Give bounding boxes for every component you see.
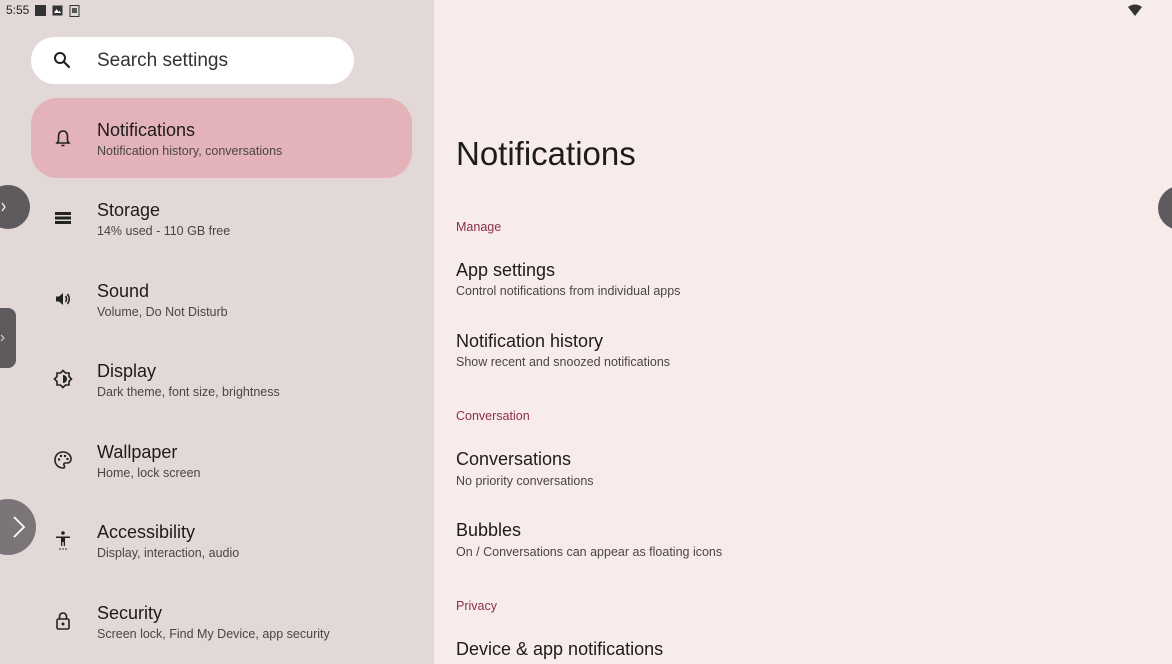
pref-title: Device & app notifications	[456, 639, 664, 659]
menu-item-sound[interactable]: Sound Volume, Do Not Disturb	[31, 259, 412, 339]
section-header-conversation: Conversation	[456, 409, 530, 423]
menu-item-subtitle: Home, lock screen	[97, 466, 201, 480]
menu-item-title: Accessibility	[97, 522, 196, 542]
section-header-privacy: Privacy	[456, 599, 497, 613]
pref-title: App settings	[456, 260, 556, 280]
bell-icon	[53, 128, 73, 148]
page-title: Notifications	[456, 135, 636, 172]
menu-item-title: Security	[97, 603, 163, 623]
menu-item-title: Display	[97, 361, 157, 381]
menu-item-title: Wallpaper	[97, 442, 178, 462]
pref-subtitle: Control notifications from individual ap…	[456, 284, 681, 298]
search-placeholder: Search settings	[97, 50, 228, 71]
pref-title: Conversations	[456, 449, 572, 469]
photo-icon	[52, 5, 63, 16]
menu-item-subtitle: Volume, Do Not Disturb	[97, 305, 228, 319]
notification-square-icon	[35, 4, 47, 16]
pref-subtitle: On / Conversations can appear as floatin…	[456, 545, 723, 559]
menu-item-title: Storage	[97, 200, 161, 220]
menu-item-notifications[interactable]: Notifications Notification history, conv…	[31, 98, 412, 178]
status-time: 5:55	[6, 3, 30, 17]
menu-item-wallpaper[interactable]: Wallpaper Home, lock screen	[31, 420, 412, 500]
menu-item-subtitle: Notification history, conversations	[97, 144, 283, 158]
menu-item-subtitle: Display, interaction, audio	[97, 546, 240, 560]
menu-item-accessibility[interactable]: Accessibility Display, interaction, audi…	[31, 500, 412, 580]
section-header-manage: Manage	[456, 220, 502, 234]
edge-swipe-handle[interactable]	[0, 185, 30, 229]
settings-nav-pane: Search settings Notifications Notificati…	[0, 0, 434, 664]
search-input[interactable]: Search settings	[31, 37, 354, 84]
menu-item-subtitle: 14% used - 110 GB free	[97, 224, 231, 238]
brightness-icon	[53, 369, 73, 389]
pref-subtitle: Show recent and snoozed notifications	[456, 355, 671, 369]
menu-item-subtitle: Dark theme, font size, brightness	[97, 385, 280, 399]
menu-item-storage[interactable]: Storage 14% used - 110 GB free	[31, 178, 412, 258]
menu-item-subtitle: Screen lock, Find My Device, app securit…	[97, 627, 330, 641]
notifications-detail-pane: Notifications Manage App settings Contro…	[434, 0, 1172, 664]
palette-icon	[53, 450, 73, 470]
status-bar: 5:55	[0, 0, 1172, 20]
accessibility-icon	[53, 530, 73, 550]
menu-item-security[interactable]: Security Screen lock, Find My Device, ap…	[31, 581, 412, 661]
side-panel-handle[interactable]	[0, 308, 16, 368]
pref-subtitle: No priority conversations	[456, 474, 594, 488]
right-edge-handle[interactable]	[1158, 186, 1172, 230]
menu-item-title: Sound	[97, 281, 150, 301]
wifi-icon	[1128, 4, 1142, 19]
back-gesture-handle[interactable]	[0, 499, 36, 555]
search-icon	[53, 51, 71, 74]
pref-title: Notification history	[456, 331, 604, 351]
speaker-icon	[53, 289, 73, 309]
menu-item-display[interactable]: Display Dark theme, font size, brightnes…	[31, 339, 412, 419]
storage-icon	[53, 208, 73, 228]
lock-icon	[53, 611, 73, 631]
menu-item-title: Notifications	[97, 120, 196, 140]
pref-title: Bubbles	[456, 520, 522, 540]
sim-card-icon	[69, 4, 80, 17]
